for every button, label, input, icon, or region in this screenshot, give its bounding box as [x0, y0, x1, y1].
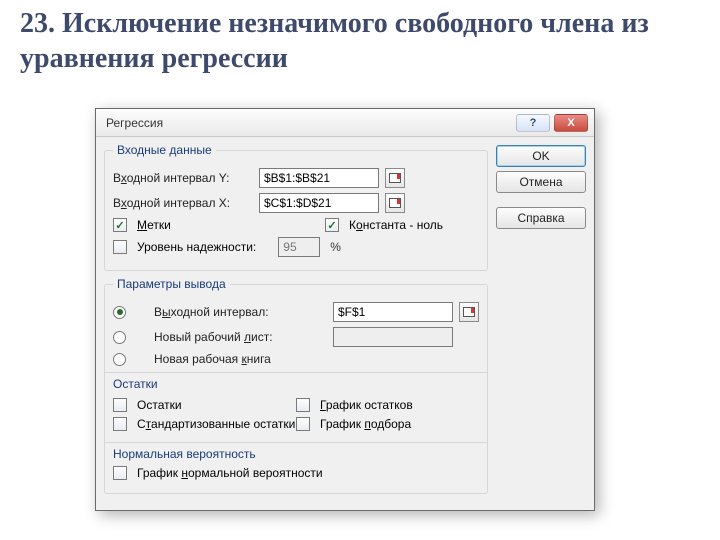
output-legend: Параметры вывода [113, 277, 230, 291]
confidence-label: Уровень надежности: [137, 240, 256, 254]
regression-dialog: Регрессия ? X Входные данные Входной инт… [95, 108, 595, 511]
labels-checkbox[interactable]: ✓ [113, 218, 127, 232]
new-sheet-field[interactable] [333, 327, 453, 347]
output-group: Параметры вывода Выходной интервал: Новы… [104, 277, 488, 494]
output-range-field[interactable] [333, 302, 453, 322]
range-select-icon [389, 198, 401, 208]
residuals-legend: Остатки [113, 377, 479, 391]
input-x-range-button[interactable] [385, 193, 405, 213]
close-icon[interactable]: X [554, 114, 588, 132]
input-data-legend: Входные данные [113, 143, 216, 157]
range-select-icon [389, 173, 401, 183]
input-x-field[interactable] [259, 193, 379, 213]
titlebar: Регрессия ? X [96, 109, 594, 137]
input-y-range-button[interactable] [385, 168, 405, 188]
cancel-button[interactable]: Отмена [496, 171, 586, 193]
std-residuals-checkbox[interactable] [113, 417, 127, 431]
confidence-unit: % [330, 240, 341, 254]
slide-title: 23. Исключение незначимого свободного чл… [0, 0, 720, 76]
fit-plot-label: График подбора [320, 417, 411, 431]
output-range-radio[interactable] [113, 306, 126, 319]
std-residuals-label: Стандартизованные остатки [137, 417, 295, 431]
normal-plot-checkbox[interactable] [113, 466, 127, 480]
new-book-radio[interactable] [113, 353, 126, 366]
labels-checkbox-label: Метки [137, 218, 171, 232]
normal-plot-label: График нормальной вероятности [137, 466, 323, 480]
confidence-value[interactable] [278, 237, 320, 257]
residual-plot-checkbox[interactable] [296, 398, 310, 412]
ok-button[interactable]: OK [496, 145, 586, 167]
output-range-label: Выходной интервал: [136, 305, 327, 319]
constant-zero-checkbox[interactable]: ✓ [325, 218, 339, 232]
range-select-icon [463, 307, 475, 317]
input-x-label: Входной интервал X: [113, 196, 253, 210]
input-data-group: Входные данные Входной интервал Y: Входн… [104, 143, 488, 271]
residual-plot-label: График остатков [320, 398, 413, 412]
residuals-label: Остатки [137, 398, 182, 412]
output-range-button[interactable] [459, 302, 479, 322]
new-sheet-label: Новый рабочий лист: [136, 330, 327, 344]
new-sheet-radio[interactable] [113, 331, 126, 344]
residuals-checkbox[interactable] [113, 398, 127, 412]
help-button[interactable]: Справка [496, 207, 586, 229]
constant-zero-label: Константа - ноль [349, 218, 443, 232]
confidence-checkbox[interactable] [113, 240, 127, 254]
input-y-label: Входной интервал Y: [113, 171, 253, 185]
help-icon[interactable]: ? [516, 114, 550, 132]
normal-legend: Нормальная вероятность [113, 447, 479, 461]
titlebar-title: Регрессия [106, 116, 516, 130]
input-y-field[interactable] [259, 168, 379, 188]
new-book-label: Новая рабочая книга [136, 352, 479, 366]
fit-plot-checkbox[interactable] [296, 417, 310, 431]
